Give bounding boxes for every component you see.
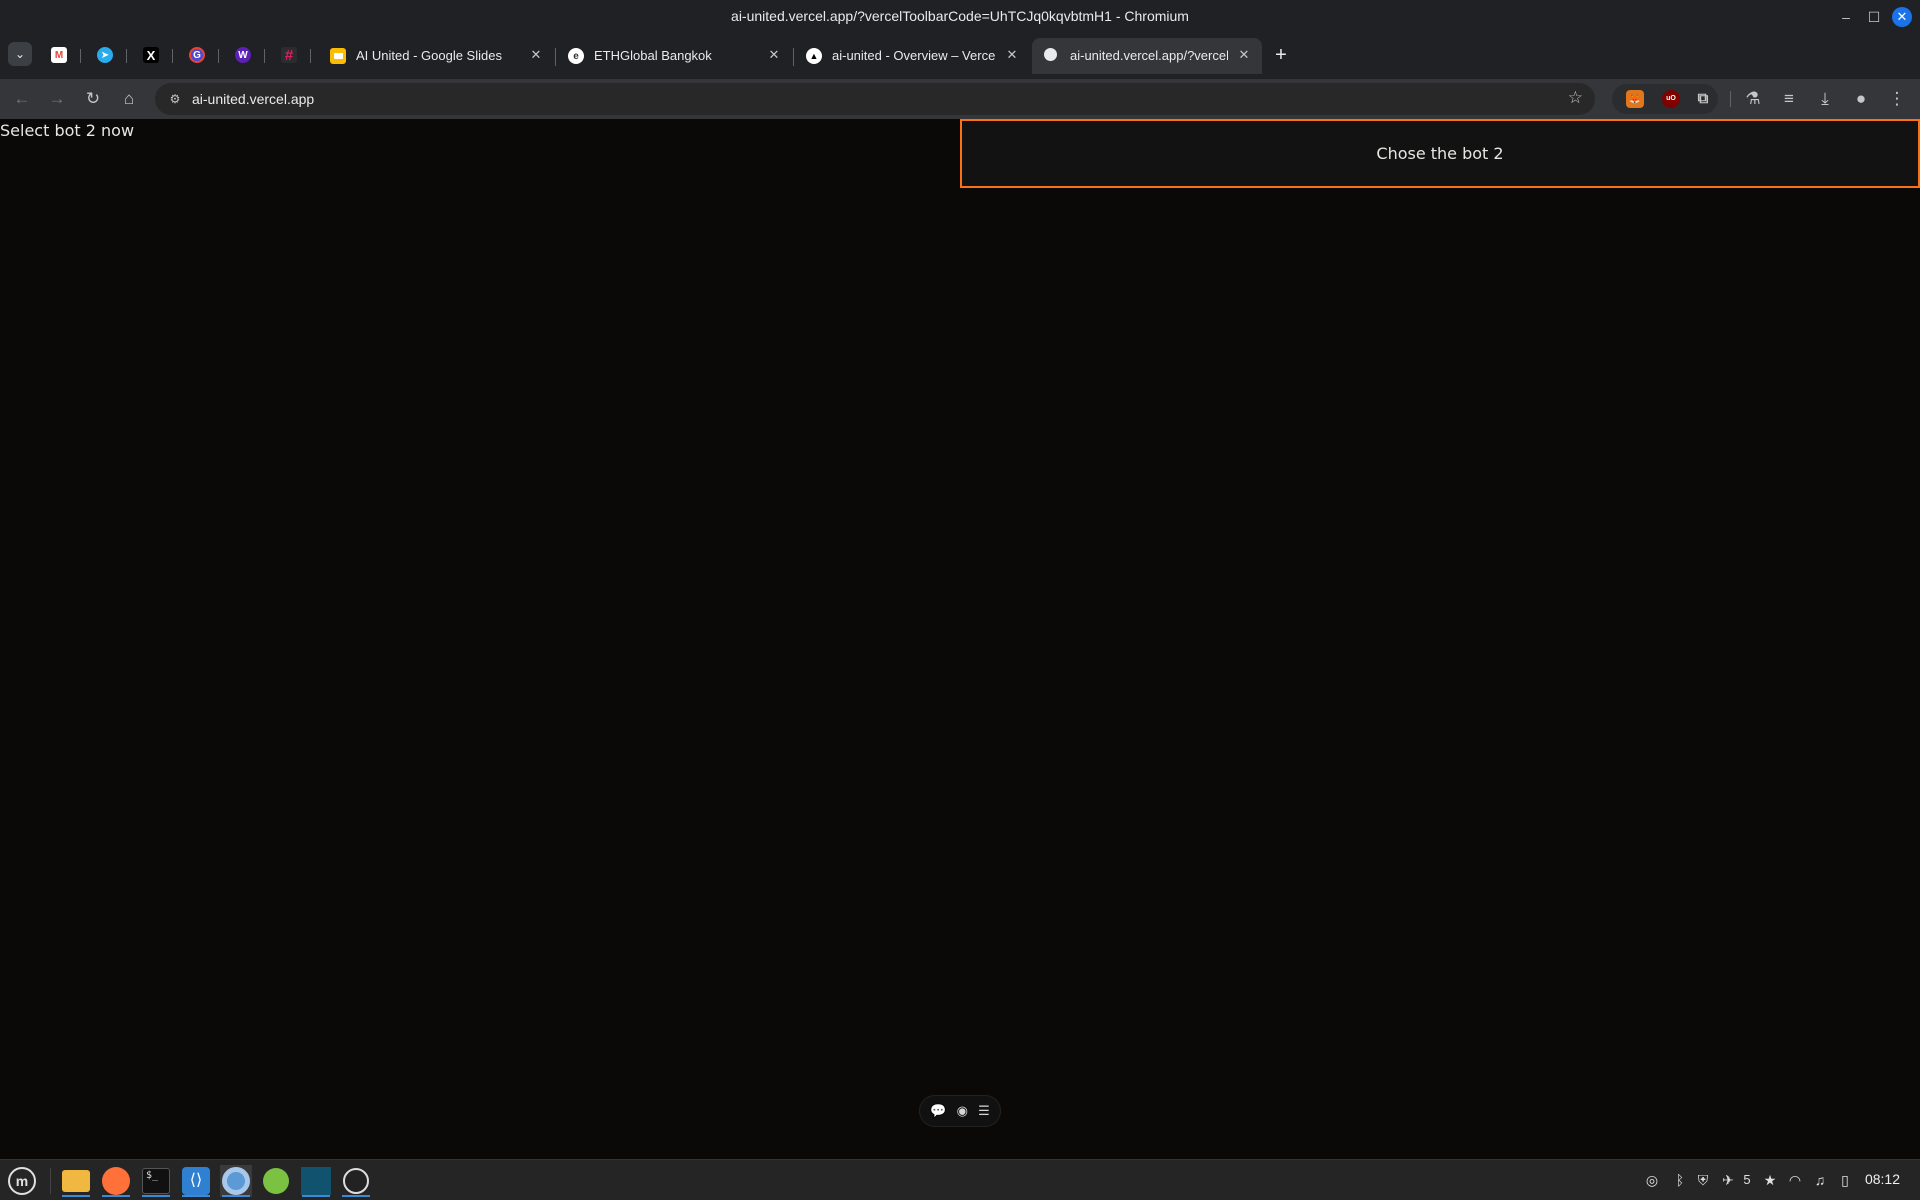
tab-vercel-overview[interactable]: ▲ ai-united - Overview – Vercel ✕ <box>794 38 1030 74</box>
vscode-icon[interactable]: ⟨⟩ <box>180 1165 212 1197</box>
star-icon[interactable]: ★ <box>1760 1168 1780 1192</box>
tab-label: AI United - Google Slides <box>356 48 502 63</box>
pinned-tab-telegram[interactable]: ➤ <box>90 42 120 68</box>
maximize-icon[interactable]: ☐ <box>1864 7 1884 27</box>
shield-icon[interactable]: ⛨ <box>1693 1168 1713 1192</box>
close-icon[interactable]: ✕ <box>1236 47 1252 63</box>
spreadsheet-icon[interactable] <box>260 1165 292 1197</box>
tab-google-slides[interactable]: AI United - Google Slides ✕ <box>318 38 554 74</box>
chromium-icon[interactable] <box>220 1165 252 1197</box>
taskbar-divider <box>50 1168 51 1194</box>
vercel-icon: ▲ <box>806 48 822 64</box>
toggle-visibility-icon[interactable]: ◉ <box>957 1103 968 1119</box>
tab-ai-united-active[interactable]: ai-united.vercel.app/?vercelT ✕ <box>1032 38 1262 74</box>
home-icon[interactable]: ⌂ <box>115 85 143 113</box>
back-arrow-icon[interactable]: ← <box>8 85 36 113</box>
extensions-group: 🦊 uO ⧉ <box>1612 84 1718 114</box>
google-slides-icon <box>330 48 346 64</box>
ublock-origin-icon[interactable]: uO <box>1662 90 1680 108</box>
page-content: Select bot 2 now Chose the bot 2 💬 ◉ ☰ <box>0 119 1920 1159</box>
metamask-fox-icon[interactable]: 🦊 <box>1626 90 1644 108</box>
obs-tray-icon[interactable]: ◎ <box>1640 1168 1664 1192</box>
vercel-toolbar: 💬 ◉ ☰ <box>919 1095 1001 1127</box>
tab-divider <box>218 49 219 63</box>
tab-divider <box>80 49 81 63</box>
app-window-icon[interactable] <box>300 1165 332 1197</box>
mint-menu-icon[interactable]: m <box>6 1165 38 1197</box>
tab-label: ETHGlobal Bangkok <box>594 48 712 63</box>
active-indicator <box>62 1195 90 1197</box>
bookmark-star-icon[interactable]: ☆ <box>1568 88 1583 108</box>
system-taskbar: m $_ ⟨⟩ ◎ ᛒ ⛨ ✈ 5 ★ ◠ ♫ ▯ 08:12 <box>0 1159 1920 1200</box>
instruction-text: Select bot 2 now <box>0 121 135 140</box>
update-rocket-icon[interactable]: ✈ <box>1718 1168 1738 1192</box>
minimize-icon[interactable]: – <box>1836 7 1856 27</box>
active-indicator <box>182 1195 210 1197</box>
slack-icon: # <box>281 47 297 64</box>
red-badge-app-icon: G <box>189 47 205 63</box>
browser-toolbar: ← → ↻ ⌂ ⚙ ai-united.vercel.app ☆ 🦊 uO ⧉ … <box>0 79 1920 119</box>
page-icon <box>1044 48 1057 61</box>
tab-label: ai-united.vercel.app/?vercelT <box>1070 48 1228 63</box>
media-queue-icon[interactable]: ≡ <box>1775 85 1803 113</box>
toolbar-menu-icon[interactable]: ☰ <box>978 1103 990 1119</box>
ethglobal-icon: e <box>568 48 584 64</box>
tab-label: ai-united - Overview – Vercel <box>832 48 996 63</box>
w-app-icon: W <box>235 47 251 63</box>
url-text[interactable]: ai-united.vercel.app <box>192 91 314 107</box>
x-icon: X <box>143 47 159 63</box>
forward-arrow-icon[interactable]: → <box>43 85 71 113</box>
terminal-icon[interactable]: $_ <box>140 1165 172 1197</box>
pinned-tab-red-badge-app[interactable]: G <box>182 42 212 68</box>
tray-count: 5 <box>1743 1172 1751 1187</box>
clock[interactable]: 08:12 <box>1865 1171 1900 1187</box>
pinned-tab-gmail[interactable]: M <box>44 42 74 68</box>
tab-divider <box>126 49 127 63</box>
window-titlebar: ai-united.vercel.app/?vercelToolbarCode=… <box>0 0 1920 33</box>
telegram-icon: ➤ <box>97 47 113 63</box>
close-icon[interactable]: ✕ <box>1892 7 1912 27</box>
wifi-icon[interactable]: ◠ <box>1785 1168 1805 1192</box>
download-icon[interactable]: ⤓ <box>1811 85 1839 113</box>
labs-flask-icon[interactable]: ⚗ <box>1739 85 1767 113</box>
files-folder-icon[interactable] <box>60 1165 92 1197</box>
tab-divider <box>172 49 173 63</box>
close-icon[interactable]: ✕ <box>528 47 544 63</box>
tab-divider <box>264 49 265 63</box>
site-info-icon[interactable]: ⚙ <box>165 89 185 109</box>
window-title: ai-united.vercel.app/?vercelToolbarCode=… <box>731 8 1189 24</box>
firefox-icon[interactable] <box>100 1165 132 1197</box>
tab-strip: ⌄ M ➤ X G W # AI United - Google Slides … <box>0 33 1920 79</box>
choose-bot-2-label: Chose the bot 2 <box>1376 144 1504 163</box>
toolbar-divider <box>1730 91 1731 107</box>
active-indicator <box>102 1195 130 1197</box>
gmail-icon: M <box>51 47 67 63</box>
obs-studio-icon[interactable] <box>340 1165 372 1197</box>
close-icon[interactable]: ✕ <box>766 47 782 63</box>
pinned-tab-slack[interactable]: # <box>274 42 304 68</box>
tab-divider <box>310 49 311 63</box>
active-indicator <box>342 1195 370 1197</box>
new-tab-button[interactable]: + <box>1267 42 1295 70</box>
pinned-tab-x[interactable]: X <box>136 42 166 68</box>
menu-kebab-icon[interactable]: ⋮ <box>1883 85 1911 113</box>
extensions-puzzle-icon[interactable]: ⧉ <box>1694 90 1712 108</box>
active-indicator <box>142 1195 170 1197</box>
address-bar[interactable]: ⚙ ai-united.vercel.app ☆ <box>155 83 1595 115</box>
reload-icon[interactable]: ↻ <box>79 85 107 113</box>
profile-avatar-icon[interactable]: ● <box>1847 85 1875 113</box>
tab-search-dropdown-icon[interactable]: ⌄ <box>8 42 32 66</box>
pinned-tab-w-app[interactable]: W <box>228 42 258 68</box>
close-icon[interactable]: ✕ <box>1004 47 1020 63</box>
comment-icon[interactable]: 💬 <box>930 1103 946 1119</box>
active-indicator <box>302 1195 330 1197</box>
battery-icon[interactable]: ▯ <box>1835 1168 1855 1192</box>
active-indicator <box>222 1195 250 1197</box>
choose-bot-2-button[interactable]: Chose the bot 2 <box>960 119 1920 188</box>
tab-ethglobal[interactable]: e ETHGlobal Bangkok ✕ <box>556 38 792 74</box>
bluetooth-icon[interactable]: ᛒ <box>1670 1168 1690 1192</box>
music-note-icon[interactable]: ♫ <box>1810 1168 1830 1192</box>
